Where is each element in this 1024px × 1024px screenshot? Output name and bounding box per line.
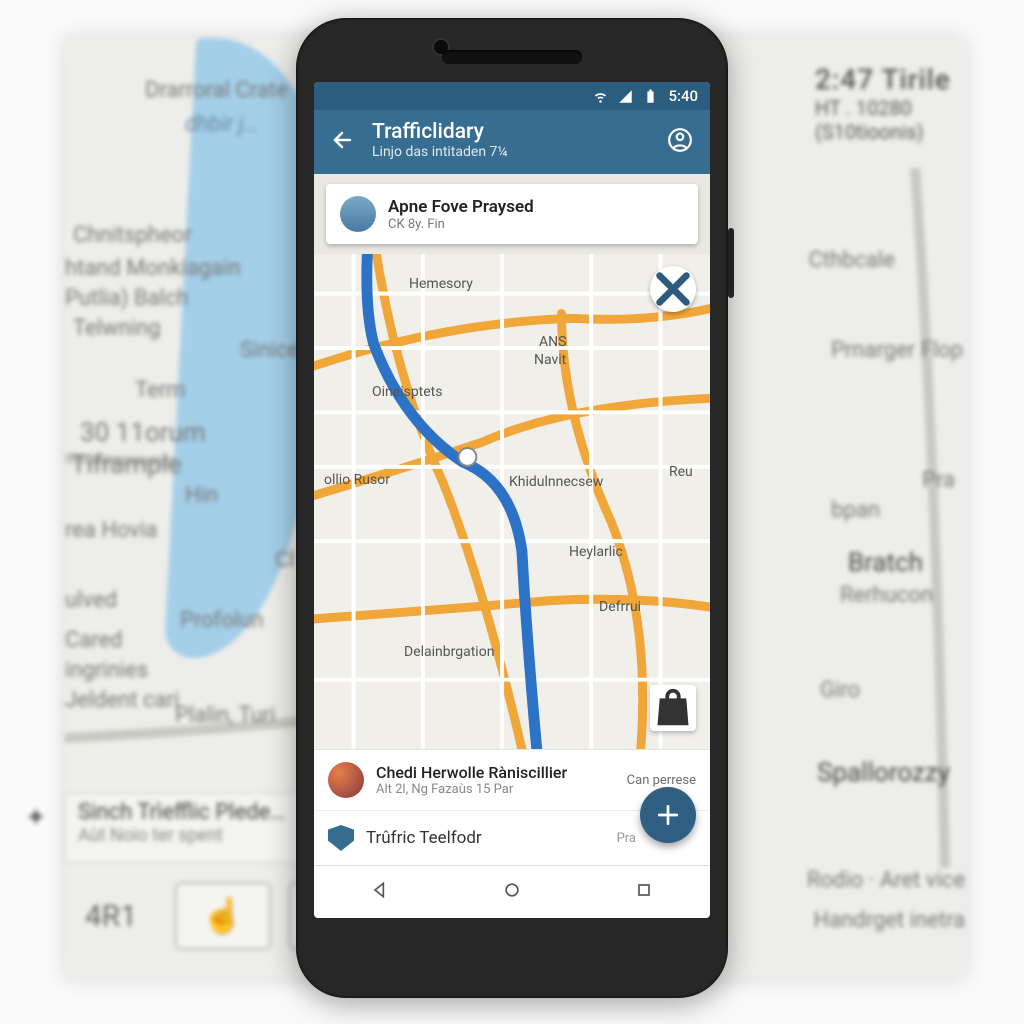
profile-icon[interactable] bbox=[664, 124, 696, 156]
traffic-row[interactable]: Trûfric Teelfodr Pra bbox=[314, 811, 710, 865]
signal-icon bbox=[618, 89, 633, 104]
destination-title: Chedi Herwolle Ràniscillier bbox=[376, 763, 615, 782]
place-card[interactable]: Apne Fove Praysed CK 8y. Fin bbox=[326, 184, 698, 244]
bag-button[interactable] bbox=[650, 685, 696, 731]
place-avatar bbox=[340, 196, 376, 232]
app-title: Trafficlidary bbox=[372, 120, 664, 144]
close-button[interactable] bbox=[650, 266, 696, 312]
destination-avatar bbox=[328, 762, 364, 798]
shield-icon bbox=[328, 825, 354, 851]
destination-sub: Alt 2l, Ng Fazaùs 15 Par bbox=[376, 782, 615, 797]
back-button[interactable] bbox=[328, 125, 358, 155]
status-time: 5:40 bbox=[668, 87, 698, 105]
fab-add[interactable] bbox=[640, 787, 696, 843]
hand-icon[interactable]: ☝ bbox=[175, 882, 271, 950]
bg-side-info: 2:47 Tirile HT . 10280 (S10tioonis) bbox=[815, 63, 955, 153]
battery-icon bbox=[643, 89, 658, 104]
place-sub: CK 8y. Fin bbox=[388, 217, 534, 232]
phone-screen: 5:40 Trafficlidary Linjo das intitaden 7… bbox=[314, 82, 710, 918]
status-bar: 5:40 bbox=[314, 82, 710, 110]
nav-home-icon[interactable] bbox=[502, 880, 522, 904]
app-bar: Trafficlidary Linjo das intitaden 7¼ bbox=[314, 110, 710, 174]
destination-right: Can perrese bbox=[627, 773, 696, 788]
phone-frame: 5:40 Trafficlidary Linjo das intitaden 7… bbox=[296, 18, 728, 998]
wifi-icon bbox=[593, 89, 608, 104]
android-nav-bar bbox=[314, 865, 710, 918]
place-title: Apne Fove Praysed bbox=[388, 197, 534, 217]
bottom-panel: Chedi Herwolle Ràniscillier Alt 2l, Ng F… bbox=[314, 749, 710, 865]
app-subtitle: Linjo das intitaden 7¼ bbox=[372, 144, 664, 160]
nav-recent-icon[interactable] bbox=[634, 880, 654, 904]
traffic-label: Trûfric Teelfodr bbox=[366, 828, 605, 848]
nav-back-icon[interactable] bbox=[370, 880, 390, 904]
map-view[interactable]: Hemesory ANS Navit Oineisptets ollio Rus… bbox=[314, 254, 710, 749]
